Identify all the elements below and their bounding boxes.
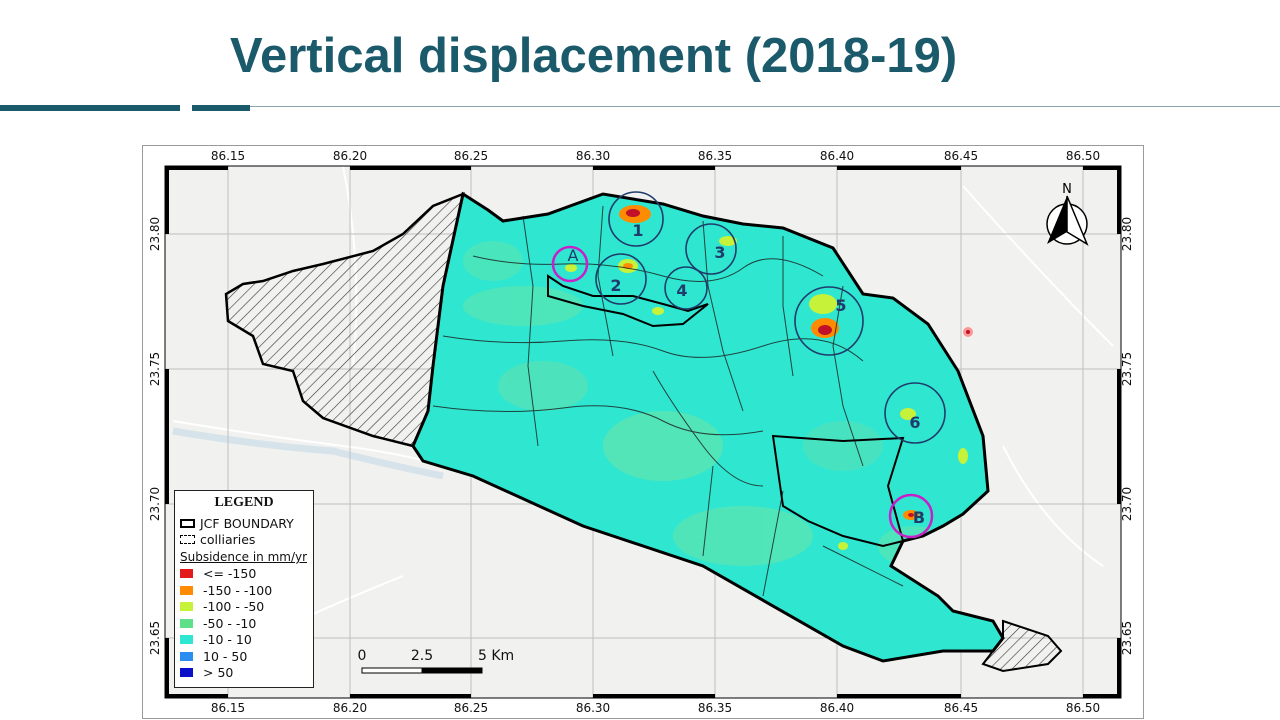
- title-divider: [250, 106, 1280, 107]
- x-tick-bottom: 86.40: [820, 701, 854, 715]
- x-tick-top: 86.15: [211, 149, 245, 163]
- x-tick-top: 86.35: [698, 149, 732, 163]
- y-tick-left: 23.80: [148, 217, 162, 251]
- legend-class-row: > 50: [180, 665, 308, 682]
- legend-class-label: -150 - -100: [203, 582, 273, 598]
- site-label-a: A: [568, 246, 579, 265]
- x-tick-top: 86.20: [333, 149, 367, 163]
- map-legend: LEGEND JCF BOUNDARY colliaries Subsidenc…: [174, 490, 314, 688]
- boundary-symbol: [180, 518, 195, 528]
- legend-class-label: -100 - -50: [203, 599, 265, 615]
- x-tick-bottom: 86.35: [698, 701, 732, 715]
- x-tick-bottom: 86.30: [576, 701, 610, 715]
- x-tick-top: 86.50: [1066, 149, 1100, 163]
- legend-class-row: -50 - -10: [180, 615, 308, 632]
- legend-class-label: -10 - 10: [203, 632, 252, 648]
- zone-label-1: 1: [632, 221, 643, 240]
- x-tick-bottom: 86.25: [454, 701, 488, 715]
- x-axis-bottom: 86.15 86.20 86.25 86.30 86.35 86.40 86.4…: [211, 701, 1100, 715]
- x-tick-top: 86.25: [454, 149, 488, 163]
- x-tick-top: 86.30: [576, 149, 610, 163]
- scale-label-mid: 2.5: [411, 648, 433, 664]
- legend-swatch: [180, 668, 193, 678]
- legend-class-label: -50 - -10: [203, 615, 257, 631]
- x-tick-bottom: 86.20: [333, 701, 367, 715]
- legend-class-row: -100 - -50: [180, 599, 308, 616]
- legend-boundary-label: JCF BOUNDARY: [200, 515, 294, 531]
- legend-swatch: [180, 569, 193, 579]
- zone-label-6: 6: [909, 413, 920, 432]
- legend-class-row: <= -150: [180, 566, 308, 583]
- y-tick-right: 23.80: [1120, 217, 1134, 251]
- legend-swatch: [180, 585, 193, 595]
- scale-label-end: 5 Km: [478, 648, 514, 664]
- zone-label-4: 4: [676, 281, 687, 300]
- x-tick-bottom: 86.50: [1066, 701, 1100, 715]
- y-tick-right: 23.75: [1120, 352, 1134, 386]
- legend-swatch: [180, 651, 193, 661]
- legend-subtitle: Subsidence in mm/yr: [180, 550, 308, 565]
- legend-title: LEGEND: [214, 495, 274, 510]
- y-tick-right: 23.70: [1120, 487, 1134, 521]
- zone-label-2: 2: [610, 276, 621, 295]
- x-tick-bottom: 86.45: [944, 701, 978, 715]
- zone-label-5: 5: [835, 296, 846, 315]
- site-label-b: B: [913, 508, 925, 527]
- scale-label-0: 0: [358, 648, 367, 664]
- legend-classes: <= -150 -150 - -100 -100 - -50 -50 - -10 -10…: [180, 566, 308, 682]
- y-tick-left: 23.70: [148, 487, 162, 521]
- zone-label-3: 3: [714, 243, 725, 262]
- y-tick-right: 23.65: [1120, 621, 1134, 655]
- y-tick-left: 23.75: [148, 352, 162, 386]
- x-tick-bottom: 86.15: [211, 701, 245, 715]
- north-label: N: [1062, 182, 1072, 197]
- x-axis-top: 86.15 86.20 86.25 86.30 86.35 86.40 86.4…: [211, 149, 1100, 163]
- y-axis-right: 23.80 23.75 23.70 23.65: [1120, 217, 1134, 655]
- y-tick-left: 23.65: [148, 621, 162, 655]
- legend-colliery-row: colliaries: [180, 532, 308, 549]
- legend-swatch: [180, 602, 193, 612]
- legend-class-label: <= -150: [203, 566, 257, 582]
- legend-class-row: 10 - 50: [180, 648, 308, 665]
- legend-class-row: -150 - -100: [180, 582, 308, 599]
- legend-class-row: -10 - 10: [180, 632, 308, 649]
- legend-class-label: 10 - 50: [203, 648, 248, 664]
- legend-swatch: [180, 618, 193, 628]
- slide-title: Vertical displacement (2018-19): [230, 29, 958, 83]
- x-tick-top: 86.40: [820, 149, 854, 163]
- colliery-symbol: [180, 535, 195, 545]
- legend-boundary-row: JCF BOUNDARY: [180, 515, 308, 532]
- legend-class-label: > 50: [203, 665, 234, 681]
- legend-colliery-label: colliaries: [200, 532, 256, 548]
- title-accent-bar: [0, 105, 180, 111]
- title-accent-bar-short: [192, 105, 250, 111]
- x-tick-top: 86.45: [944, 149, 978, 163]
- y-axis-left: 23.80 23.75 23.70 23.65: [148, 217, 162, 655]
- legend-swatch: [180, 635, 193, 645]
